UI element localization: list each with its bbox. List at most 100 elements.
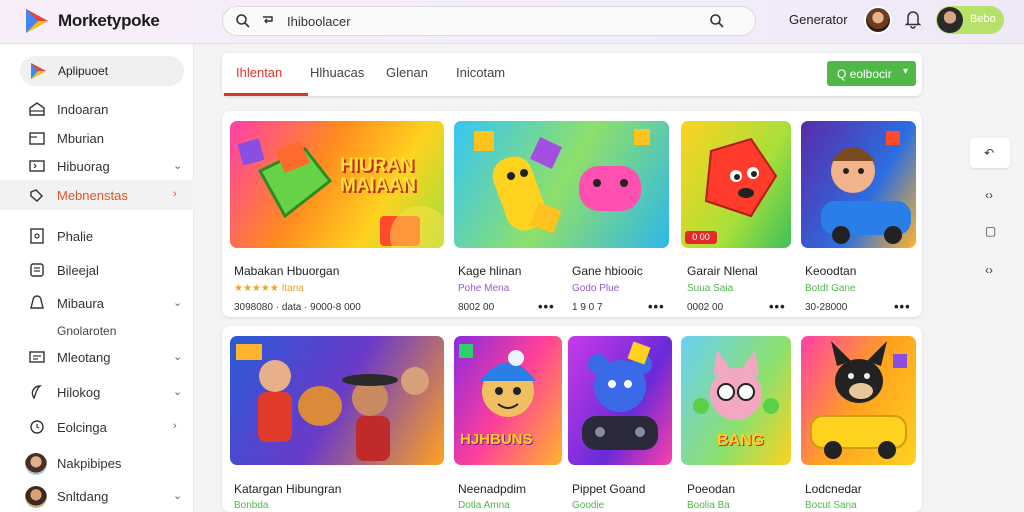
chevron-right-icon[interactable]: › xyxy=(173,420,177,432)
sidebar-item-mibaura[interactable]: Mibaura ⌄ xyxy=(0,288,194,318)
game-title[interactable]: Pippet Goand xyxy=(572,482,645,496)
game-art-racer xyxy=(821,131,911,244)
sidebar-item-mburian[interactable]: Mburian xyxy=(0,123,194,153)
gamepad-icon xyxy=(30,189,43,202)
more-options-icon[interactable]: ••• xyxy=(648,299,665,314)
game-title[interactable]: Neenadpdim xyxy=(458,482,526,496)
game-card[interactable]: Pippet Goand Goodie xyxy=(568,336,672,512)
tab-ihlentan[interactable]: Ihlentan xyxy=(236,65,282,80)
game-thumbnail[interactable] xyxy=(568,336,672,465)
square-icon[interactable]: ▢ xyxy=(985,224,996,238)
chevron-down-icon[interactable]: ⌄ xyxy=(173,296,182,309)
game-title[interactable]: Poeodan xyxy=(687,482,735,496)
game-thumbnail[interactable] xyxy=(454,121,669,248)
game-card[interactable]: BANG Poeodan Boolia Ba xyxy=(681,336,791,512)
app-logo-icon[interactable] xyxy=(24,7,50,35)
game-card[interactable]: Katargan Hibungran Bonbda xyxy=(230,336,444,512)
leaf-icon xyxy=(31,385,43,400)
game-title[interactable]: Mabakan Hbuorgan xyxy=(234,264,339,278)
notification-bell-icon[interactable] xyxy=(904,9,922,29)
avatar xyxy=(25,486,47,508)
screen-icon xyxy=(29,160,45,172)
folder-icon xyxy=(29,132,45,145)
active-tab-indicator xyxy=(224,93,308,96)
chevron-down-icon[interactable]: ⌄ xyxy=(173,350,182,363)
game-card[interactable]: HIURAN MAIAAN Mabakan Hbuorgan ★★★★★ Ita… xyxy=(230,121,444,313)
user-name: Bebo xyxy=(970,13,996,25)
game-developer: Goodie xyxy=(572,500,605,511)
game-title[interactable]: Garair Nlenal xyxy=(687,264,758,278)
tab-inicotam[interactable]: Inicotam xyxy=(456,65,505,80)
chevron-down-icon[interactable]: ⌄ xyxy=(173,385,182,398)
game-meta: 0002 00 xyxy=(687,302,724,313)
profile-avatar[interactable] xyxy=(864,6,892,34)
filter-dropdown-button[interactable]: Q eolbocir ▾ xyxy=(827,61,916,86)
game-card[interactable]: Keoodtan Botdt Gane 30-28000 ••• xyxy=(801,121,916,314)
game-thumbnail[interactable] xyxy=(801,336,916,465)
game-card[interactable]: 0 00 Garair Nlenal Suua Saia 0002 00 ••• xyxy=(681,121,791,314)
game-badge: 0 00 xyxy=(685,231,717,244)
tab-glenan[interactable]: Glenan xyxy=(386,65,428,80)
sidebar-item-mebnenstas[interactable]: Mebnenstas › xyxy=(0,180,194,210)
game-thumbnail[interactable] xyxy=(230,336,444,465)
game-developer: Godo Plue xyxy=(572,283,620,294)
game-meta: 1 9 0 7 xyxy=(572,302,603,313)
sidebar-item-label: Phalie xyxy=(57,229,94,244)
game-art-character xyxy=(704,137,778,218)
sidebar: Aplipuoet Indoaran Mburian Hibuorag ⌄ Me… xyxy=(0,44,194,512)
code-icon[interactable]: ‹› xyxy=(985,188,993,202)
game-meta: 3098080 · data · 9000-8 000 xyxy=(234,302,361,313)
user-avatar xyxy=(937,7,963,33)
sidebar-item-hilokog[interactable]: Hilokog ⌄ xyxy=(0,377,194,407)
tab-hlhuacas[interactable]: Hlhuacas xyxy=(310,65,364,80)
game-title[interactable]: Keoodtan xyxy=(805,264,856,278)
games-row-1: HIURAN MAIAAN Mabakan Hbuorgan ★★★★★ Ita… xyxy=(222,111,922,317)
game-title[interactable]: Gane hbiooic xyxy=(572,264,643,278)
sidebar-item-nakpibipes[interactable]: Nakpibipes xyxy=(0,448,194,478)
game-thumbnail[interactable]: BANG xyxy=(681,336,791,465)
search-submit-icon[interactable] xyxy=(709,13,725,29)
more-options-icon[interactable]: ••• xyxy=(769,299,786,314)
more-options-icon[interactable]: ••• xyxy=(894,299,911,314)
game-developer: Boolia Ba xyxy=(687,500,730,511)
play-store-icon xyxy=(31,63,46,79)
generator-link[interactable]: Generator xyxy=(789,12,848,27)
sidebar-item-phalie[interactable]: Phalie xyxy=(0,221,194,251)
game-card[interactable]: Kage hlinan Pohe Mena 8002 00 Gane hbioo… xyxy=(454,121,669,314)
game-title[interactable]: Katargan Hibungran xyxy=(234,482,341,496)
sidebar-item-mleotang[interactable]: Mleotang ⌄ xyxy=(0,342,194,372)
search-icon[interactable] xyxy=(235,13,251,29)
chevron-down-icon[interactable]: ⌄ xyxy=(173,159,182,172)
app-name[interactable]: Morketypoke xyxy=(58,11,160,31)
sidebar-app-selector[interactable]: Aplipuoet xyxy=(20,56,184,86)
search-input[interactable]: Ihiboolacer xyxy=(287,14,351,29)
avatar xyxy=(25,453,47,475)
game-thumbnail[interactable]: 0 00 xyxy=(681,121,791,248)
chevron-down-icon[interactable]: ⌄ xyxy=(173,489,182,502)
sidebar-item-label: Gnolaroten xyxy=(57,324,117,338)
game-title[interactable]: Kage hlinan xyxy=(458,264,521,278)
search-bar[interactable]: Ihiboolacer xyxy=(222,6,756,36)
game-title[interactable]: Lodcnedar xyxy=(805,482,862,496)
undo-icon[interactable]: ↶ xyxy=(984,146,994,160)
code-icon[interactable]: ‹› xyxy=(985,263,993,277)
game-developer: Pohe Mena xyxy=(458,283,510,294)
more-options-icon[interactable]: ••• xyxy=(538,299,555,314)
sidebar-item-hibuorag[interactable]: Hibuorag ⌄ xyxy=(0,151,194,181)
sidebar-item-snltdang[interactable]: Snltdang ⌄ xyxy=(0,481,194,511)
sidebar-item-bileejal[interactable]: Bileejal xyxy=(0,255,194,285)
game-thumbnail[interactable]: HIURAN MAIAAN xyxy=(230,121,444,248)
sidebar-item-label: Mebnenstas xyxy=(57,188,128,203)
card-icon xyxy=(29,351,45,363)
sidebar-item-indoaran[interactable]: Indoaran xyxy=(0,94,194,124)
game-card[interactable]: Lodcnedar Bocut Sana xyxy=(801,336,916,512)
filter-icon[interactable] xyxy=(260,13,276,29)
chevron-right-icon[interactable]: › xyxy=(173,188,177,200)
games-row-2: Katargan Hibungran Bonbda HJHBUNS Neenad… xyxy=(222,326,922,512)
sidebar-item-eolcinga[interactable]: Eolcinga › xyxy=(0,412,194,442)
user-menu[interactable]: Bebo xyxy=(936,6,1004,34)
game-thumbnail[interactable]: HJHBUNS xyxy=(454,336,562,465)
game-thumbnail[interactable] xyxy=(801,121,916,248)
game-card[interactable]: HJHBUNS Neenadpdim Dotla Amna xyxy=(454,336,562,512)
home-icon xyxy=(29,102,45,116)
